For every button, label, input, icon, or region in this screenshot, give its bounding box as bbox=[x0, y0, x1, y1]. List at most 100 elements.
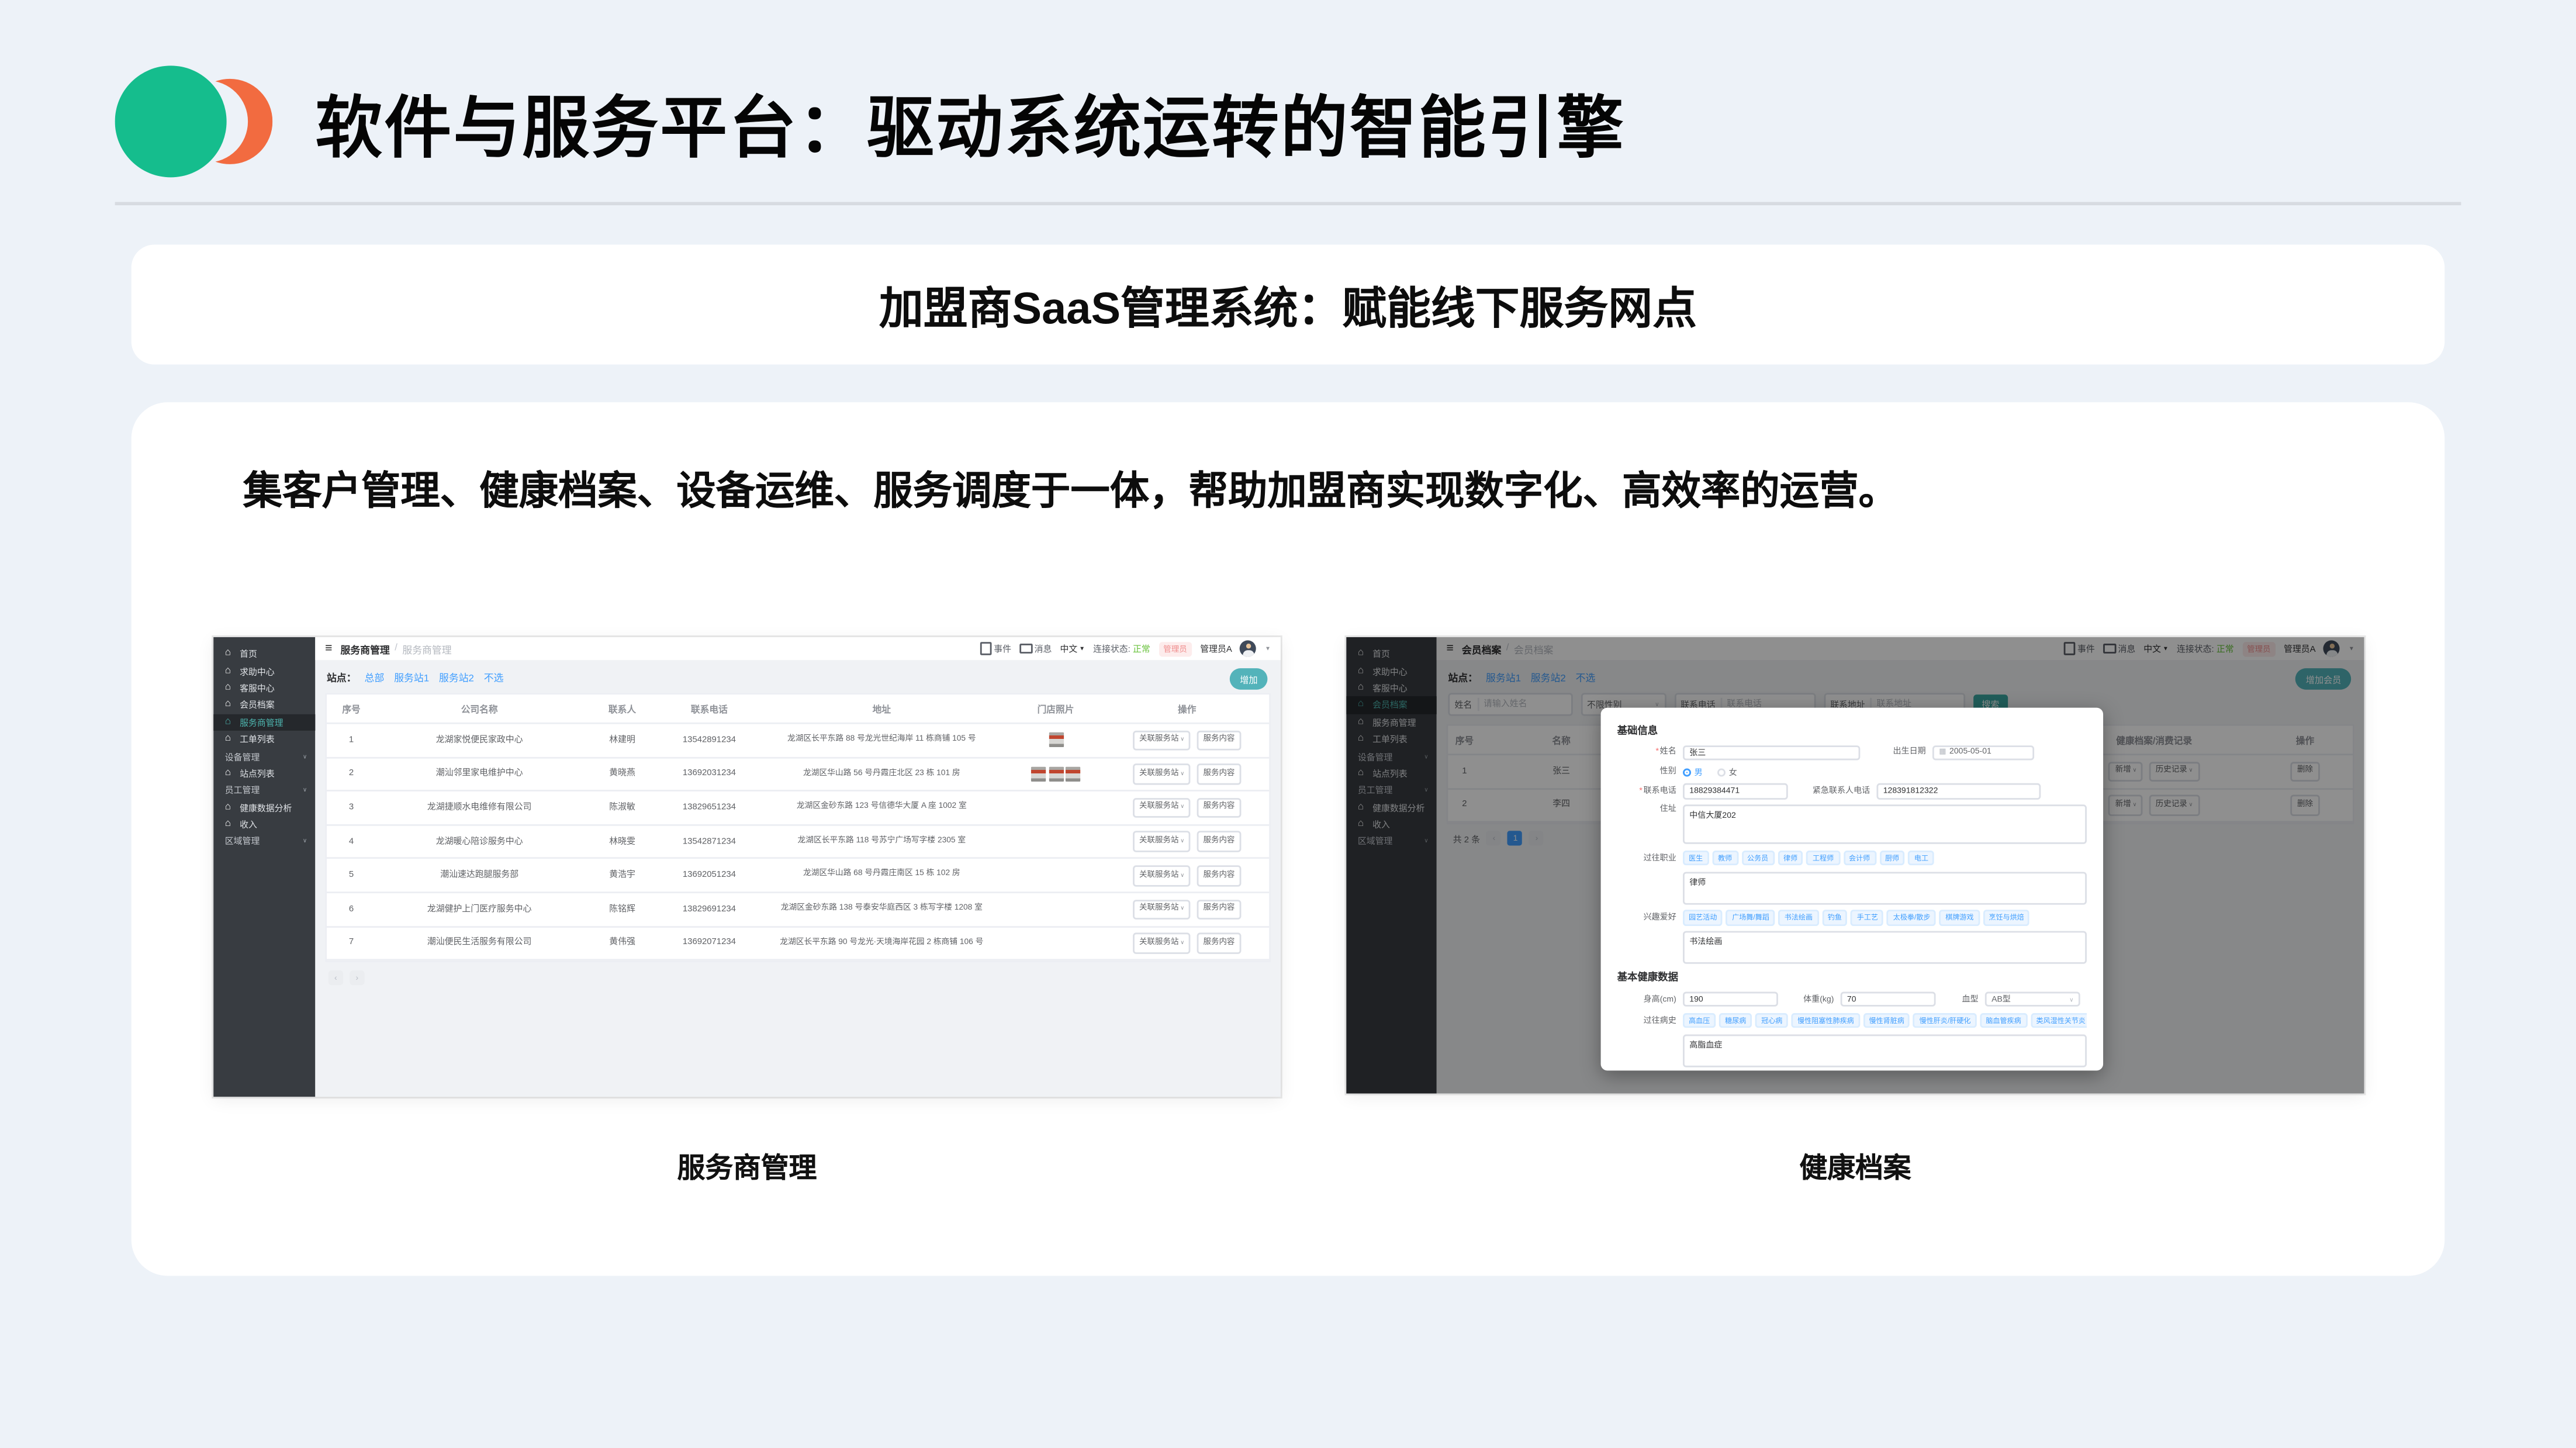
gender-male-radio[interactable]: 男 bbox=[1683, 766, 1703, 778]
medical-history-tag[interactable]: 慢性肝炎/肝硬化 bbox=[1914, 1013, 1977, 1029]
hobby-tag[interactable]: 手工艺 bbox=[1851, 910, 1884, 925]
sidebar-item[interactable]: ⌂ 健康数据分析 ∨ bbox=[213, 799, 315, 816]
section-title: 基本健康数据 bbox=[1617, 969, 2087, 984]
table-row: 3 龙湖捷顺水电维修有限公司 陈淑敏 13829651234 龙湖区金砂东路 1… bbox=[327, 792, 1269, 825]
sidebar-item[interactable]: ⌂ 站点列表 ∨ bbox=[213, 765, 315, 782]
storefront-photo[interactable] bbox=[1048, 766, 1063, 781]
hobby-tag[interactable]: 广场舞/舞蹈 bbox=[1726, 910, 1775, 925]
user-name[interactable]: 管理员A bbox=[1200, 642, 1232, 655]
home-icon: ⌂ bbox=[225, 734, 235, 744]
emergency-phone-field[interactable] bbox=[1876, 783, 2041, 799]
cell-company: 龙湖家悦便民家政中心 bbox=[376, 728, 583, 753]
hobby-tag[interactable]: 烹饪与烘焙 bbox=[1983, 910, 2030, 925]
description-text: 集客户管理、健康档案、设备运维、服务调度于一体，帮助加盟商实现数字化、高效率的运… bbox=[243, 458, 1898, 516]
left-topbar: ≡ 服务商管理 / 服务商管理 事件 消息 bbox=[315, 637, 1281, 660]
occupation-tag[interactable]: 教师 bbox=[1712, 851, 1738, 866]
hobby-field[interactable]: 书法绘画 bbox=[1683, 931, 2087, 963]
blood-type-select[interactable]: AB型 ∨ bbox=[1985, 991, 2080, 1007]
weight-field[interactable] bbox=[1841, 991, 1936, 1007]
gender-female-radio[interactable]: 女 bbox=[1717, 766, 1737, 778]
column-header: 门店照片 bbox=[1007, 694, 1105, 723]
service-content-button[interactable]: 服务内容 bbox=[1197, 763, 1241, 784]
service-content-button[interactable]: 服务内容 bbox=[1197, 865, 1241, 886]
hobby-tag[interactable]: 太极拳/散步 bbox=[1887, 910, 1937, 925]
breadcrumb[interactable]: 服务商管理 bbox=[341, 641, 390, 656]
prev-page-button[interactable]: ‹ bbox=[329, 971, 343, 986]
occupation-tag[interactable]: 会计师 bbox=[1843, 851, 1876, 866]
occupation-tag[interactable]: 公务员 bbox=[1741, 851, 1774, 866]
birth-date-input[interactable]: ▦ 2005-05-01 bbox=[1932, 745, 2034, 761]
link-station-button[interactable]: 关联服务站 ∨ bbox=[1133, 933, 1191, 953]
medical-history-tag[interactable]: 糖尿病 bbox=[1719, 1013, 1752, 1029]
hobby-tag[interactable]: 园艺活动 bbox=[1683, 910, 1723, 925]
role-badge: 管理员 bbox=[1159, 641, 1192, 656]
sidebar-item[interactable]: ⌂ 区域管理 ∨ bbox=[213, 833, 315, 850]
occupation-tag[interactable]: 厨师 bbox=[1879, 851, 1905, 866]
sidebar-item[interactable]: ⌂ 收入 ∨ bbox=[213, 816, 315, 833]
link-station-button[interactable]: 关联服务站 ∨ bbox=[1133, 865, 1191, 886]
service-content-button[interactable]: 服务内容 bbox=[1197, 730, 1241, 751]
storefront-photo[interactable] bbox=[1031, 766, 1046, 781]
sidebar-item[interactable]: ⌂ 服务商管理 ∨ bbox=[213, 714, 315, 731]
sidebar-item[interactable]: ⌂ 客服中心 ∨ bbox=[213, 679, 315, 696]
medical-history-tag[interactable]: 高血压 bbox=[1683, 1013, 1716, 1029]
height-field[interactable] bbox=[1683, 991, 1778, 1007]
link-station-button[interactable]: 关联服务站 ∨ bbox=[1133, 899, 1191, 920]
language-select[interactable]: 中文 ▼ bbox=[1060, 642, 1085, 655]
sidebar-item[interactable]: ⌂ 求助中心 ∨ bbox=[213, 662, 315, 679]
service-content-button[interactable]: 服务内容 bbox=[1197, 899, 1241, 920]
storefront-photo[interactable] bbox=[1048, 733, 1063, 748]
add-button[interactable]: 增加 bbox=[1230, 668, 1267, 690]
link-station-button[interactable]: 关联服务站 ∨ bbox=[1133, 730, 1191, 751]
occupation-tag[interactable]: 工程师 bbox=[1807, 851, 1839, 866]
table-row: 4 龙湖暖心陪诊服务中心 林晓雯 13542871234 龙湖区长平东路 118… bbox=[327, 825, 1269, 859]
chevron-down-icon: ▼ bbox=[1265, 645, 1271, 652]
events-button[interactable]: 事件 bbox=[981, 642, 1011, 655]
hobby-tag[interactable]: 棋牌游戏 bbox=[1939, 910, 1979, 925]
cell-contact: 黄伟强 bbox=[583, 931, 662, 956]
site-filter-link[interactable]: 服务站1 bbox=[394, 670, 429, 685]
sidebar-item[interactable]: ⌂ 设备管理 ∨ bbox=[213, 748, 315, 765]
sidebar-item[interactable]: ⌂ 首页 ∨ bbox=[213, 645, 315, 662]
site-filter-link[interactable]: 不选 bbox=[484, 670, 504, 685]
messages-button[interactable]: 消息 bbox=[1019, 642, 1052, 655]
occupation-field[interactable]: 律师 bbox=[1683, 872, 2087, 904]
storefront-photo[interactable] bbox=[1066, 766, 1080, 781]
table-row: 6 龙湖健护上门医疗服务中心 陈铭辉 13829691234 龙湖区金砂东路 1… bbox=[327, 893, 1269, 927]
address-field[interactable]: 中信大厦202 bbox=[1683, 805, 2087, 844]
service-content-button[interactable]: 服务内容 bbox=[1197, 797, 1241, 818]
link-station-button[interactable]: 关联服务站 ∨ bbox=[1133, 831, 1191, 852]
hobby-tag[interactable]: 钓鱼 bbox=[1822, 910, 1848, 925]
connection-status: 连接状态: 正常 bbox=[1093, 642, 1150, 655]
medical-history-tag[interactable]: 慢性肾脏病 bbox=[1863, 1013, 1910, 1029]
chevron-down-icon: ∨ bbox=[1180, 770, 1184, 779]
site-filter-link[interactable]: 总部 bbox=[365, 670, 385, 685]
service-content-button[interactable]: 服务内容 bbox=[1197, 933, 1241, 953]
brand-logo-icon bbox=[115, 63, 273, 181]
medical-history-tag[interactable]: 冠心病 bbox=[1755, 1013, 1788, 1029]
site-filter-link[interactable]: 服务站2 bbox=[439, 670, 474, 685]
cell-address: 龙湖区长平东路 90 号龙光·天境海岸花园 2 栋商铺 106 号 bbox=[757, 931, 1007, 955]
slide: 软件与服务平台：驱动系统运转的智能引擎 加盟商SaaS管理系统：赋能线下服务网点… bbox=[0, 0, 2576, 1448]
link-station-button[interactable]: 关联服务站 ∨ bbox=[1133, 763, 1191, 784]
collapse-menu-icon[interactable]: ≡ bbox=[325, 642, 332, 655]
medical-history-field[interactable]: 高脂血症 bbox=[1683, 1035, 2087, 1067]
next-page-button[interactable]: › bbox=[350, 971, 364, 986]
medical-history-tag[interactable]: 慢性阻塞性肺疾病 bbox=[1792, 1013, 1860, 1029]
medical-history-tag[interactable]: 类风湿性关节炎 bbox=[2030, 1013, 2087, 1029]
occupation-tag[interactable]: 律师 bbox=[1778, 851, 1803, 866]
occupation-tag[interactable]: 医生 bbox=[1683, 851, 1709, 866]
name-field[interactable] bbox=[1683, 745, 1860, 761]
sidebar-item[interactable]: ⌂ 会员档案 ∨ bbox=[213, 696, 315, 713]
avatar[interactable] bbox=[1240, 640, 1257, 656]
occupation-tag[interactable]: 电工 bbox=[1908, 851, 1934, 866]
subtitle-text: 加盟商SaaS管理系统：赋能线下服务网点 bbox=[879, 272, 1697, 337]
phone-field[interactable] bbox=[1683, 783, 1788, 799]
cell-company: 潮汕便民生活服务有限公司 bbox=[376, 931, 583, 956]
sidebar-item[interactable]: ⌂ 员工管理 ∨ bbox=[213, 782, 315, 799]
sidebar-item[interactable]: ⌂ 工单列表 ∨ bbox=[213, 731, 315, 748]
service-content-button[interactable]: 服务内容 bbox=[1197, 831, 1241, 852]
hobby-tag[interactable]: 书法绘画 bbox=[1779, 910, 1818, 925]
medical-history-tag[interactable]: 脑血管疾病 bbox=[1980, 1013, 2027, 1029]
link-station-button[interactable]: 关联服务站 ∨ bbox=[1133, 797, 1191, 818]
